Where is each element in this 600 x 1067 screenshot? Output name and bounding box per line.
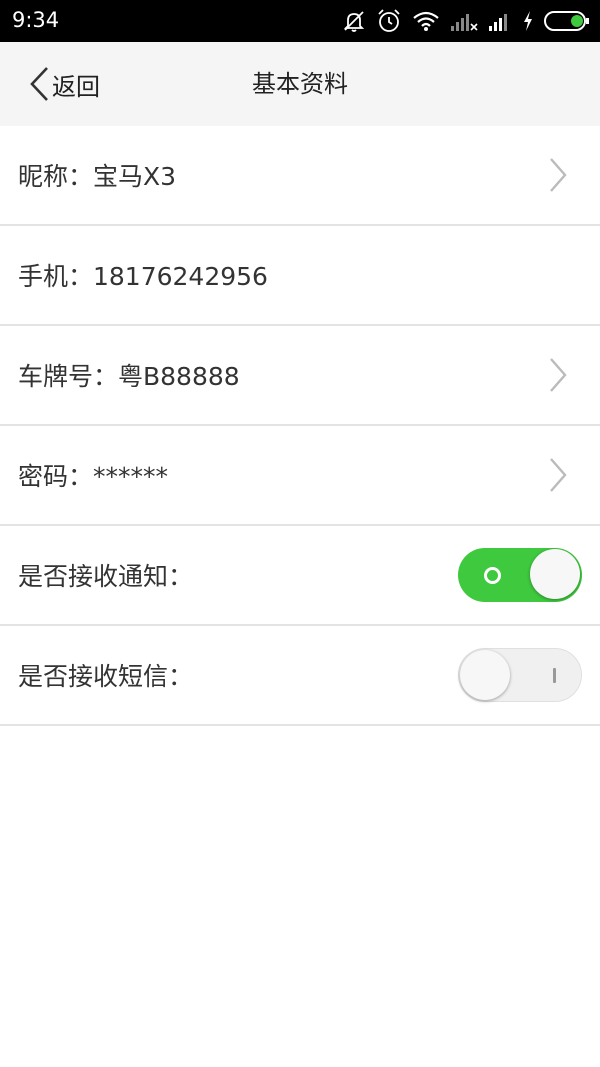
sms-toggle[interactable] <box>458 648 582 702</box>
chevron-left-icon <box>30 67 48 101</box>
status-bar: 9:34 <box>0 0 600 42</box>
row-label: 昵称：宝马X3 <box>18 162 177 191</box>
chevron-right-icon <box>550 158 567 192</box>
row-notification: 是否接收通知： <box>0 526 600 626</box>
back-button[interactable]: 返回 <box>28 42 100 126</box>
nav-bar: 返回 基本资料 <box>0 42 600 126</box>
chevron-right-icon <box>550 358 567 392</box>
notification-toggle[interactable] <box>458 548 582 602</box>
row-label: 手机：18176242956 <box>18 262 268 291</box>
status-time: 9:34 <box>12 8 60 32</box>
battery-icon <box>544 11 589 31</box>
alarm-icon <box>378 9 400 32</box>
row-password[interactable]: 密码：****** <box>0 426 600 526</box>
signal-icon <box>489 14 507 31</box>
back-label: 返回 <box>52 72 100 101</box>
toggle-on-mark <box>484 567 501 584</box>
row-label: 车牌号：粤B88888 <box>18 362 240 391</box>
row-label: 是否接收短信： <box>18 662 194 691</box>
row-phone: 手机：18176242956 <box>0 226 600 326</box>
row-label: 密码：****** <box>18 462 169 491</box>
toggle-knob <box>530 549 580 599</box>
row-label: 是否接收通知： <box>18 562 194 591</box>
profile-list: 昵称：宝马X3 手机：18176242956 车牌号：粤B88888 密码：**… <box>0 126 600 726</box>
toggle-off-mark <box>553 668 556 683</box>
row-sms: 是否接收短信： <box>0 626 600 726</box>
status-icons <box>342 8 590 34</box>
chevron-right-icon <box>550 458 567 492</box>
toggle-knob <box>460 650 510 700</box>
row-plate[interactable]: 车牌号：粤B88888 <box>0 326 600 426</box>
wifi-icon <box>413 11 439 31</box>
bell-off-icon <box>343 11 365 32</box>
signal-x-icon <box>451 14 478 31</box>
row-nickname[interactable]: 昵称：宝马X3 <box>0 126 600 226</box>
charging-icon <box>524 11 532 31</box>
